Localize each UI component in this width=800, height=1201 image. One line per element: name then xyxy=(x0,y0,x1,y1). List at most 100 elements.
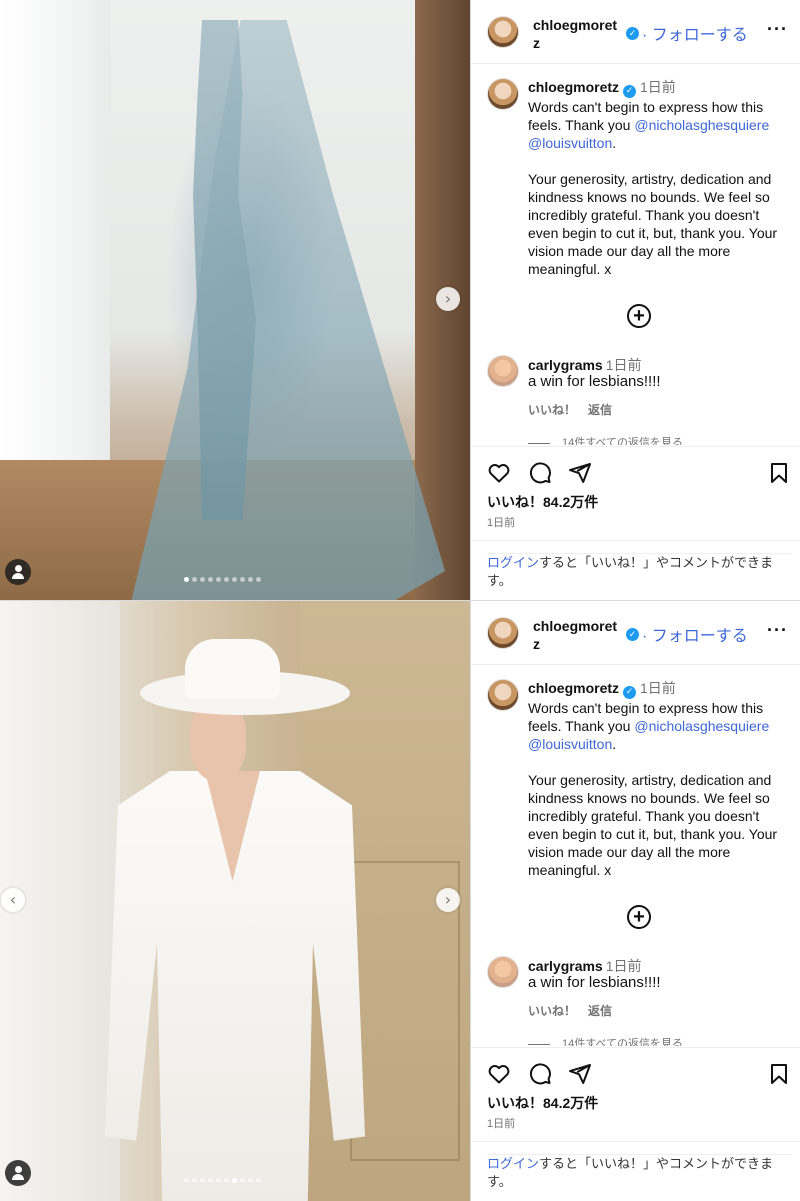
caption-text: chloegmoretz ✓ 1日前 Words can't begin to ex… xyxy=(528,78,792,278)
post-photo[interactable]: › xyxy=(0,0,470,600)
post-date: 1日前 xyxy=(487,517,516,529)
carousel-dot xyxy=(216,577,221,582)
comment-icon[interactable] xyxy=(528,1062,552,1086)
mention-link[interactable]: @louisvuitton xyxy=(528,736,612,752)
login-link[interactable]: ログイン xyxy=(487,555,539,570)
avatar[interactable] xyxy=(487,617,519,649)
carousel-dot xyxy=(240,577,245,582)
caption-punct: . xyxy=(612,134,617,151)
carousel-dots xyxy=(184,577,261,582)
avatar[interactable] xyxy=(487,679,519,711)
more-icon[interactable]: ··· xyxy=(767,620,788,641)
bookmark-icon[interactable] xyxy=(768,461,790,485)
caption-text: chloegmoretz ✓ 1日前 Words can't begin to ex… xyxy=(528,679,792,879)
chevron-right-icon[interactable]: › xyxy=(436,287,460,311)
mention-link[interactable]: @louisvuitton xyxy=(528,135,612,151)
carousel-dot xyxy=(224,1178,229,1183)
caption-username[interactable]: chloegmoretz xyxy=(528,79,619,95)
share-icon[interactable] xyxy=(568,461,592,485)
caption-body-2: Your generosity, artistry, dedication an… xyxy=(528,771,778,878)
carousel-dot xyxy=(232,577,237,582)
chevron-left-icon[interactable]: ‹ xyxy=(1,888,25,912)
mention-link[interactable]: @nicholasghesquiere xyxy=(634,117,769,133)
action-bar: いいね！84.2万件 1日前 ログインすると「いいね！」やコメントができます。 xyxy=(471,446,800,600)
more-icon[interactable]: ··· xyxy=(767,19,788,40)
caption-time: 1日前 xyxy=(640,680,676,696)
mention-link[interactable]: @nicholasghesquiere xyxy=(634,718,769,734)
user-tag-icon[interactable] xyxy=(5,559,31,585)
login-link[interactable]: ログイン xyxy=(487,1156,539,1171)
follow-label: フォローする xyxy=(651,27,748,44)
post-side-panel: chloegmoretz ✓ · フォローする ··· chloegmoretz… xyxy=(470,0,800,600)
comment-text: a win for lesbians!!!! xyxy=(528,373,661,390)
carousel-dot xyxy=(208,1178,213,1183)
carousel-dots xyxy=(184,1178,261,1183)
avatar[interactable] xyxy=(487,78,519,110)
comment-username[interactable]: carlygrams xyxy=(528,357,603,373)
carousel-dot xyxy=(248,577,253,582)
caption-punct: . xyxy=(612,735,617,752)
comment-like-button[interactable]: いいね！ xyxy=(528,403,576,417)
comment-reply-button[interactable]: 返信 xyxy=(588,403,612,417)
carousel-dot xyxy=(224,577,229,582)
verified-icon: ✓ xyxy=(626,628,639,641)
carousel-dot xyxy=(208,577,213,582)
user-tag-icon[interactable] xyxy=(5,1160,31,1186)
avatar[interactable] xyxy=(487,956,519,988)
comment-text: a win for lesbians!!!! xyxy=(528,974,661,991)
share-icon[interactable] xyxy=(568,1062,592,1086)
plus-icon[interactable]: + xyxy=(627,304,651,328)
avatar[interactable] xyxy=(487,16,519,48)
view-replies-button[interactable]: 14件すべての返信を見る xyxy=(528,1035,788,1046)
action-bar: いいね！84.2万件 1日前 ログインすると「いいね！」やコメントができます。 xyxy=(471,1047,800,1201)
view-replies-label: 14件すべての返信を見る xyxy=(562,437,684,445)
view-replies-label: 14件すべての返信を見る xyxy=(562,1038,684,1046)
verified-icon: ✓ xyxy=(623,84,637,98)
veil xyxy=(131,20,445,600)
like-count[interactable]: いいね！84.2万件 xyxy=(487,1093,598,1113)
comment-username[interactable]: carlygrams xyxy=(528,958,603,974)
follow-dot: · xyxy=(642,27,652,44)
verified-icon: ✓ xyxy=(623,685,637,699)
avatar[interactable] xyxy=(487,355,519,387)
post-header: chloegmoretz ✓ · フォローする ··· xyxy=(471,601,800,665)
like-count[interactable]: いいね！84.2万件 xyxy=(487,492,598,512)
follow-button[interactable]: · フォローする xyxy=(642,622,748,646)
post-date: 1日前 xyxy=(487,1118,516,1130)
carousel-dot xyxy=(192,577,197,582)
post-side-panel: chloegmoretz ✓ · フォローする ··· chloegmoretz… xyxy=(470,601,800,1201)
follow-label: フォローする xyxy=(651,628,748,645)
post-photo[interactable]: ‹ › xyxy=(0,601,470,1201)
heart-icon[interactable] xyxy=(487,1062,511,1086)
post-1: › chloegmoretz ✓ · フォローする ··· chloegmore… xyxy=(0,0,800,600)
caption-username[interactable]: chloegmoretz xyxy=(528,680,619,696)
header-username[interactable]: chloegmoretz xyxy=(533,16,623,52)
caption-body-2: Your generosity, artistry, dedication an… xyxy=(528,170,778,277)
verified-icon: ✓ xyxy=(626,27,639,40)
plus-icon[interactable]: + xyxy=(627,905,651,929)
view-replies-button[interactable]: 14件すべての返信を見る xyxy=(528,434,788,445)
post-header: chloegmoretz ✓ · フォローする ··· xyxy=(471,0,800,64)
carousel-dot xyxy=(248,1178,253,1183)
comment-like-button[interactable]: いいね！ xyxy=(528,1004,576,1018)
login-prompt: ログインすると「いいね！」やコメントができます。 xyxy=(487,1154,792,1191)
header-username[interactable]: chloegmoretz xyxy=(533,617,623,653)
comment-time: 1日前 xyxy=(605,357,642,373)
login-prompt: ログインすると「いいね！」やコメントができます。 xyxy=(487,553,792,590)
heart-icon[interactable] xyxy=(487,461,511,485)
caption-time: 1日前 xyxy=(640,79,676,95)
comment-icon[interactable] xyxy=(528,461,552,485)
carousel-dot xyxy=(192,1178,197,1183)
carousel-dot xyxy=(216,1178,221,1183)
carousel-dot xyxy=(256,1178,261,1183)
follow-dot: · xyxy=(642,628,652,645)
carousel-dot xyxy=(184,577,189,582)
bookmark-icon[interactable] xyxy=(768,1062,790,1086)
follow-button[interactable]: · フォローする xyxy=(642,21,748,45)
chevron-right-icon[interactable]: › xyxy=(436,888,460,912)
carousel-dot xyxy=(240,1178,245,1183)
carousel-dot xyxy=(184,1178,189,1183)
post-2: ‹ › chloegmoretz ✓ · フォローする ··· chloegmo… xyxy=(0,600,800,1201)
comment-reply-button[interactable]: 返信 xyxy=(588,1004,612,1018)
comment-time: 1日前 xyxy=(605,958,642,974)
